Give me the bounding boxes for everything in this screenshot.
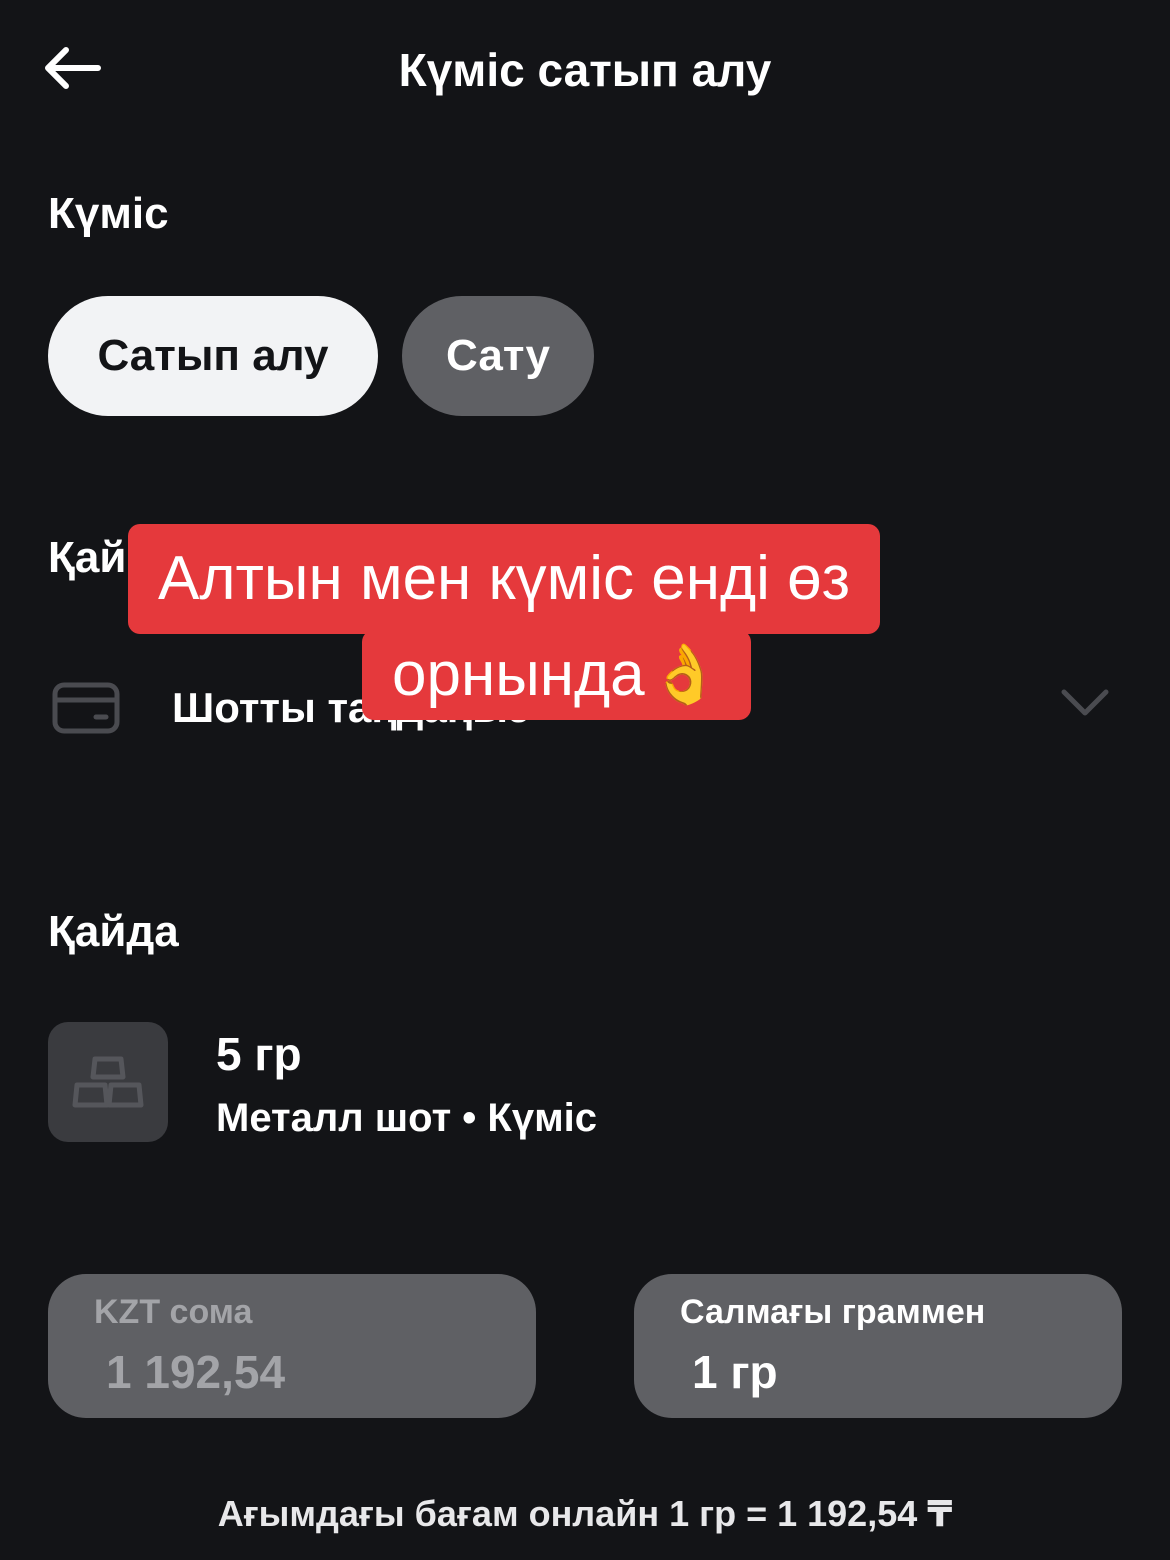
overlay-caption-text-2: орнында xyxy=(392,640,645,709)
card-icon xyxy=(52,682,120,734)
metal-bars-icon xyxy=(72,1056,144,1108)
kzt-amount-value: 1 192,54 xyxy=(106,1346,286,1398)
tab-sell[interactable]: Сату xyxy=(402,296,594,416)
overlay-caption-line2: орнында 👌 xyxy=(362,630,751,720)
chevron-down-icon xyxy=(1061,689,1109,716)
destination-amount: 5 гр xyxy=(216,1028,302,1080)
kzt-amount-label: KZT сома xyxy=(94,1293,253,1331)
ok-hand-icon: 👌 xyxy=(648,642,721,707)
weight-grams-label: Салмағы граммен xyxy=(680,1293,986,1331)
kzt-amount-field[interactable]: KZT сома 1 192,54 xyxy=(48,1274,536,1418)
metal-label: Күміс xyxy=(48,189,169,238)
weight-grams-value: 1 гр xyxy=(692,1346,778,1398)
tab-buy[interactable]: Сатып алу xyxy=(48,296,378,416)
page-title: Күміс сатып алу xyxy=(398,44,772,96)
overlay-caption-text-1: Алтын мен күміс енді өз xyxy=(158,544,851,613)
overlay-caption-line1: Алтын мен күміс енді өз xyxy=(128,524,881,634)
weight-grams-field[interactable]: Салмағы граммен 1 гр xyxy=(634,1274,1122,1418)
destination-subtitle: Металл шот • Күміс xyxy=(216,1096,598,1140)
destination-account-tile xyxy=(48,1022,168,1142)
destination-label: Қайда xyxy=(48,907,179,956)
source-label: Қай xyxy=(48,533,127,582)
exchange-rate-note: Ағымдағы бағам онлайн 1 гр = 1 192,54 ₸ xyxy=(217,1493,953,1534)
